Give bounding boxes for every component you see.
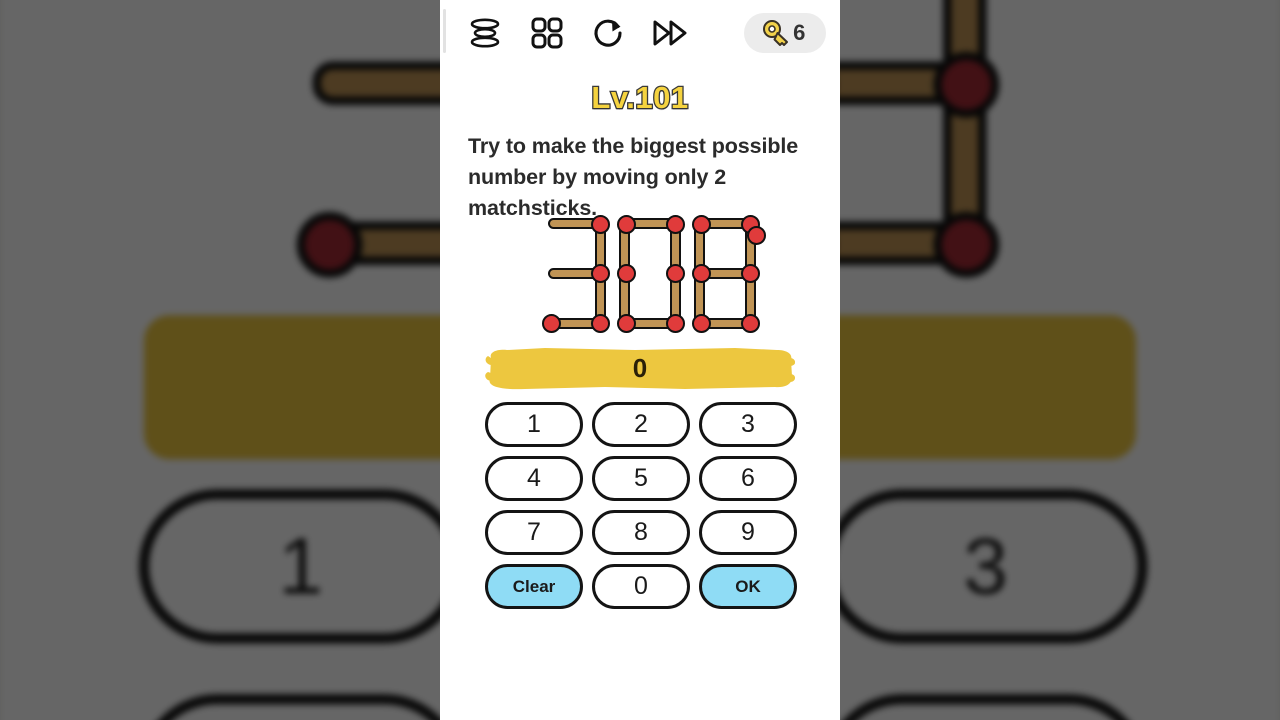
restart-icon[interactable] (586, 10, 632, 56)
number-keypad: 1 2 3 4 5 6 7 8 9 Clear 0 OK (485, 402, 797, 609)
top-toolbar: 6 (440, 0, 840, 66)
match-head (617, 314, 636, 333)
match-head (692, 314, 711, 333)
match-head (747, 226, 766, 245)
keypad-key-2[interactable]: 2 (592, 402, 690, 447)
match-head (666, 215, 685, 234)
key-icon (761, 19, 791, 47)
match-head (741, 264, 760, 283)
level-title: Lv.101 (590, 79, 689, 117)
app-root: 123 456 789 0 (0, 0, 1280, 720)
answer-banner[interactable]: 0 (485, 346, 795, 391)
match-head (591, 314, 610, 333)
fast-forward-icon[interactable] (648, 10, 694, 56)
keypad-key-3[interactable]: 3 (699, 402, 797, 447)
match-head (591, 264, 610, 283)
key-count-label: 6 (793, 20, 805, 45)
keypad-key-4[interactable]: 4 (485, 456, 583, 501)
question-text: Try to make the biggest possible number … (468, 134, 799, 220)
keypad-key-9[interactable]: 9 (699, 510, 797, 555)
match-head (617, 264, 636, 283)
matchstick-digit-2[interactable] (692, 215, 766, 333)
matchstick-number[interactable] (440, 215, 840, 342)
stack-lines-icon[interactable] (462, 10, 508, 56)
game-panel: 6 Lv.101 Try to make the biggest possibl… (440, 0, 840, 720)
keypad-key-8[interactable]: 8 (592, 510, 690, 555)
keypad-key-1[interactable]: 1 (485, 402, 583, 447)
match-head (692, 215, 711, 234)
match-head (666, 314, 685, 333)
keypad-key-5[interactable]: 5 (592, 456, 690, 501)
match-head (666, 264, 685, 283)
match-head (692, 264, 711, 283)
match-head (617, 215, 636, 234)
match-head (542, 314, 561, 333)
match-head (741, 314, 760, 333)
keypad-key-6[interactable]: 6 (699, 456, 797, 501)
keypad-key-clear[interactable]: Clear (485, 564, 583, 609)
svg-text:1: 1 (279, 522, 324, 611)
keypad-key-7[interactable]: 7 (485, 510, 583, 555)
matchstick-digit-1[interactable] (617, 215, 685, 333)
key-counter[interactable]: 6 (744, 13, 826, 53)
match-head (591, 215, 610, 234)
svg-text:3: 3 (963, 522, 1008, 611)
grid-squares-icon[interactable] (524, 10, 570, 56)
answer-value: 0 (632, 353, 648, 383)
keypad-key-ok[interactable]: OK (699, 564, 797, 609)
matchstick-digit-0[interactable] (542, 215, 610, 333)
keypad-key-0[interactable]: 0 (592, 564, 690, 609)
